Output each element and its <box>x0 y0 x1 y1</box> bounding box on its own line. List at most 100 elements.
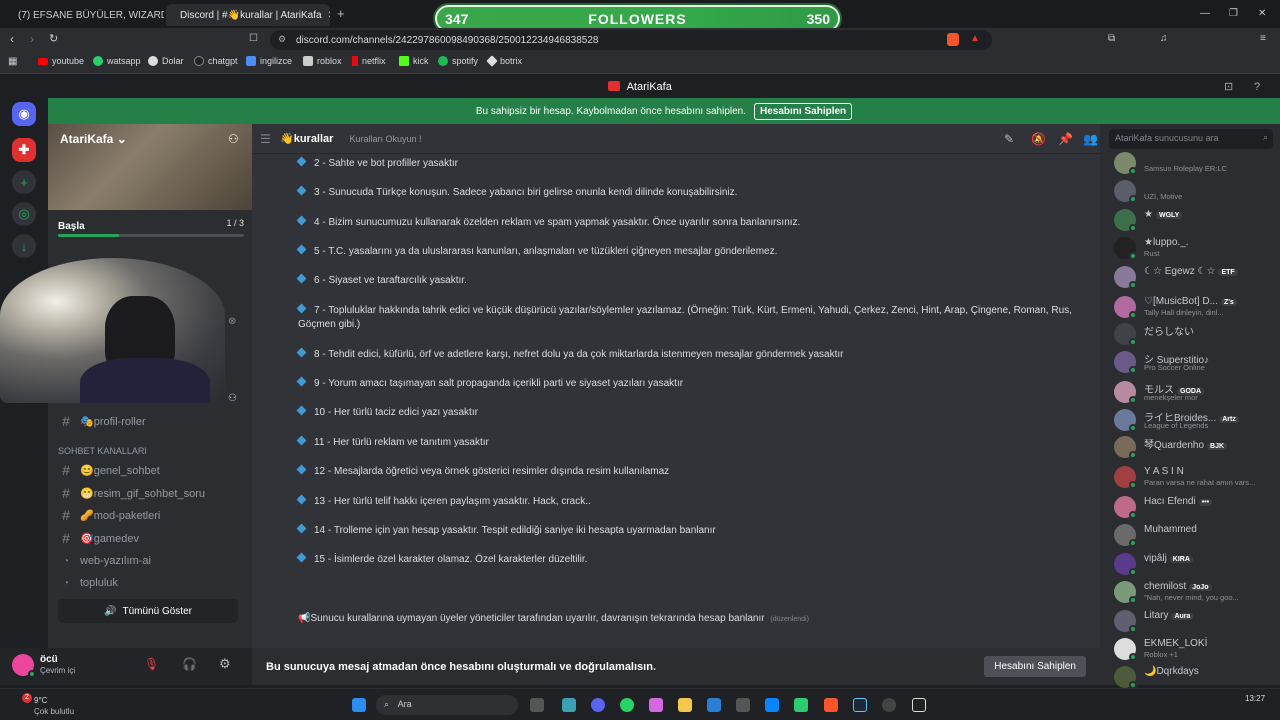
notifications-muted-icon[interactable]: 🔕 <box>1031 132 1046 146</box>
app3-icon[interactable] <box>912 698 926 712</box>
close-circle-icon[interactable]: ⊗ <box>228 316 236 327</box>
member-list-icon[interactable]: 👥 <box>1083 132 1098 146</box>
app2-icon[interactable] <box>794 698 808 712</box>
category-sohbet[interactable]: SOHBET KANALLARI <box>58 446 147 456</box>
diamond-icon <box>296 405 307 416</box>
forward-icon[interactable]: › <box>30 32 34 46</box>
onboarding-progress[interactable]: Başla 1 / 3 <box>58 218 244 237</box>
bookmark-botrix[interactable]: botrix <box>486 55 522 67</box>
apps-icon[interactable]: ▦ <box>8 56 17 67</box>
task-view-icon[interactable] <box>530 698 544 712</box>
mic-muted-icon[interactable]: 🎙 <box>144 657 159 671</box>
whatsapp-icon[interactable] <box>620 698 634 712</box>
vscode-icon[interactable] <box>765 698 779 712</box>
channel-mod-paketleri[interactable]: # 🥜mod-paketleri <box>60 505 240 525</box>
member-item[interactable]: vipâlj KIRA <box>1114 551 1274 577</box>
brave-rewards-icon[interactable]: ▲ <box>970 33 980 44</box>
tab-youtube[interactable]: (7) EFSANE BÜYÜLER, WIZARDRY ve ✕ <box>4 4 164 26</box>
back-icon[interactable]: ‹ <box>10 32 14 46</box>
help-icon[interactable]: ? <box>1254 76 1260 98</box>
rule-item: 15 - İsimlerde özel karakter olamaz. Öze… <box>296 552 1078 567</box>
mail-icon[interactable] <box>707 698 721 712</box>
member-item[interactable]: Samsun Roleplay ER:LC <box>1114 150 1274 176</box>
chat-header: ☰ 👋kurallar Kuralları Okuyun ! ✎ 🔕 📌 👥 <box>252 124 1100 154</box>
menu-icon[interactable]: ≡ <box>1260 33 1266 44</box>
bookmark-dolar[interactable]: Dolar <box>148 56 184 66</box>
member-item[interactable]: chemilost JoJo "Nah, never mind, you goo..… <box>1114 579 1274 605</box>
app-icon[interactable] <box>562 698 576 712</box>
member-item[interactable]: EKMEK_LOKİ Roblox +1 <box>1114 636 1274 662</box>
bookmark-spotify[interactable]: spotify <box>438 56 478 66</box>
music-icon[interactable]: ♫ <box>1160 33 1168 44</box>
channel-genel-sohbet[interactable]: # 😊genel_sohbet <box>60 460 240 480</box>
add-server-icon[interactable]: + <box>12 170 36 194</box>
channel-topluluk[interactable]: ◔ topluluk <box>60 573 240 593</box>
member-item[interactable]: ライヒBroides... Artz League of Legends <box>1114 407 1274 433</box>
member-item[interactable]: シ Superstitio♪ Pro Soccer Online <box>1114 349 1274 375</box>
discord-home-icon[interactable]: ◉ <box>12 102 36 126</box>
site-info-icon[interactable]: ⚙ <box>278 34 286 45</box>
member-item[interactable]: Muhammed <box>1114 522 1274 548</box>
member-item[interactable]: モルス GODA menekşeler mor <box>1114 379 1274 405</box>
tab-discord[interactable]: Discord | #👋kurallar | AtariKafa ✕ <box>166 4 330 26</box>
bookmark-youtube[interactable]: youtube <box>38 56 84 66</box>
download-icon[interactable]: ↓ <box>12 234 36 258</box>
brave-icon[interactable] <box>824 698 838 712</box>
member-item[interactable]: ☾☆ Egewz ☾☆ ETF <box>1114 264 1274 290</box>
member-item[interactable]: UZI, Motive <box>1114 178 1274 204</box>
reload-icon[interactable]: ↻ <box>49 32 58 45</box>
settings-gear-icon[interactable]: ⚙ <box>219 656 231 672</box>
explorer-icon[interactable] <box>678 698 692 712</box>
channel-profil-roller[interactable]: # 🎭profil-roller <box>60 411 240 431</box>
channel-web-yazilim-ai[interactable]: ◔ web-yazılım-ai <box>60 551 240 571</box>
claim-account-composer-button[interactable]: Hesabını Sahiplen <box>984 656 1086 677</box>
bookmark-kick[interactable]: kick <box>399 56 429 66</box>
explore-icon[interactable]: ◎ <box>12 202 36 226</box>
bookmark-icon[interactable]: ☐ <box>249 33 258 44</box>
member-item[interactable]: 🌙Dqrkdays <box>1114 664 1274 690</box>
show-all-button[interactable]: 🔊 Tümünü Göster <box>58 599 238 623</box>
close-window-icon[interactable]: ✕ <box>1258 8 1266 19</box>
obs-icon[interactable] <box>882 698 896 712</box>
steam-icon[interactable] <box>853 698 867 712</box>
member-item[interactable]: Hacı Efendi ••• <box>1114 494 1274 520</box>
bookmark-roblox[interactable]: roblox <box>303 56 342 66</box>
atarikafa-server-icon[interactable]: ✚ <box>12 138 36 162</box>
bookmark-watsapp[interactable]: watsapp <box>93 56 141 66</box>
url-field[interactable]: ⚙ discord.com/channels/24229786009849036… <box>270 30 992 50</box>
bookmark-netflix[interactable]: netflix <box>352 56 386 66</box>
member-item[interactable]: 琴Quardenho BJK <box>1114 434 1274 460</box>
member-item[interactable]: だらしない <box>1114 321 1274 347</box>
add-member-icon[interactable]: ⚇ <box>228 393 237 404</box>
extensions-icon[interactable]: ⧉ <box>1108 33 1115 44</box>
member-item[interactable]: ★ WGLY <box>1114 207 1274 233</box>
maximize-icon[interactable]: ❐ <box>1229 8 1238 19</box>
copilot-icon[interactable] <box>649 698 663 712</box>
channel-gamedev[interactable]: # 🎯gamedev <box>60 528 240 548</box>
headphones-icon[interactable]: 🎧 <box>182 657 197 671</box>
minimize-icon[interactable]: — <box>1200 8 1210 19</box>
threads-header-icon[interactable]: ✎ <box>1004 132 1014 146</box>
invite-icon[interactable]: ⚇ <box>228 132 239 146</box>
bookmark-chatgpt[interactable]: chatgpt <box>194 56 238 66</box>
inbox-icon[interactable]: ⊡ <box>1224 76 1233 98</box>
discord-taskbar-icon[interactable] <box>591 698 605 712</box>
taskbar-search[interactable]: ⌕ Ara <box>376 695 518 715</box>
member-item[interactable]: ♡[MusicBot] D... Z's Tally Hall dinleyin, … <box>1114 294 1274 320</box>
new-tab-button[interactable]: + <box>337 6 345 21</box>
pin-icon[interactable]: 📌 <box>1058 132 1073 146</box>
server-name-menu[interactable]: AtariKafa ⌄ <box>60 132 127 146</box>
brave-shield-icon[interactable] <box>947 33 959 46</box>
search-input[interactable]: AtariKafa sunucusunu ara ⌕ <box>1109 129 1273 149</box>
member-item[interactable]: Litary Aura <box>1114 608 1274 634</box>
member-item[interactable]: ★luppo._. Rust <box>1114 235 1274 261</box>
store-icon[interactable] <box>736 698 750 712</box>
server-icon <box>608 81 621 91</box>
claim-account-button[interactable]: Hesabını Sahiplen <box>754 102 853 120</box>
start-icon[interactable] <box>352 698 366 712</box>
bookmark-ingilizce[interactable]: ingilizce <box>246 56 292 66</box>
threads-icon[interactable]: ☰ <box>260 132 271 146</box>
close-icon[interactable]: ✕ <box>328 10 330 21</box>
member-item[interactable]: Y A S I N Paran varsa ne rahat amın vars.… <box>1114 464 1274 490</box>
channel-resim-gif[interactable]: # 😁resim_gif_sohbet_soru <box>60 483 240 503</box>
